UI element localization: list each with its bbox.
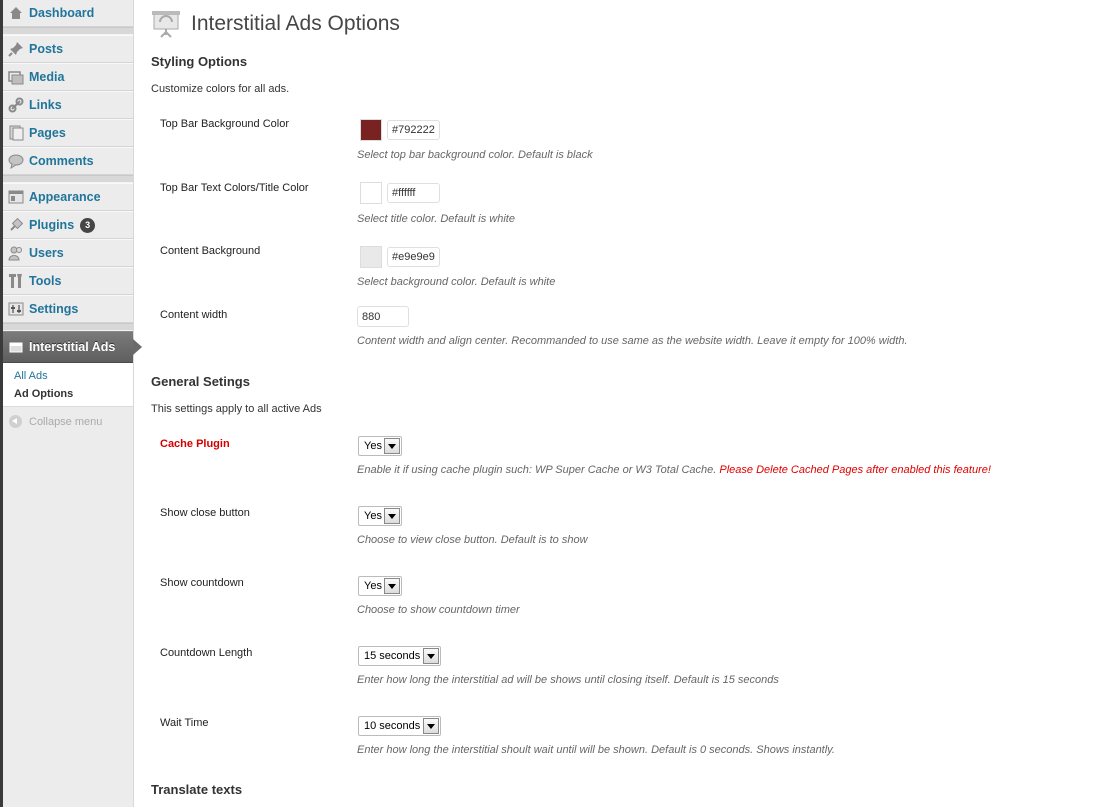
top-bar-bg-color-swatch[interactable] xyxy=(360,119,382,141)
menu-label-posts: Posts xyxy=(29,42,64,56)
dropdown-arrow-icon xyxy=(423,718,439,734)
media-icon xyxy=(8,71,24,85)
content-bg-color-swatch[interactable] xyxy=(360,246,382,268)
menu-item-interstitial-ads[interactable]: Interstitial Ads xyxy=(3,331,142,363)
translate-texts-heading: Translate texts xyxy=(151,782,243,797)
dropdown-arrow-icon xyxy=(384,438,400,454)
pages-icon xyxy=(9,125,24,141)
menu-label-pages: Pages xyxy=(29,126,66,140)
top-bar-bg-color-input[interactable] xyxy=(387,120,440,140)
interstitial-ads-icon xyxy=(9,342,23,353)
show-close-button-desc: Choose to view close button. Default is … xyxy=(357,534,588,546)
countdown-length-value: 15 seconds xyxy=(364,650,421,662)
menu-item-users[interactable]: Users xyxy=(3,239,133,267)
menu-item-settings[interactable]: Settings xyxy=(3,295,133,323)
menu-label-tools: Tools xyxy=(29,274,62,288)
wait-time-desc: Enter how long the interstitial shoult w… xyxy=(357,744,835,756)
menu-item-plugins[interactable]: Plugins 3 xyxy=(3,211,133,239)
menu-item-comments[interactable]: Comments xyxy=(3,147,133,175)
dropdown-arrow-icon xyxy=(423,648,439,664)
collapse-arrow-icon xyxy=(9,415,22,428)
appearance-icon xyxy=(8,190,24,204)
presentation-board-icon xyxy=(152,11,180,38)
main-content: Interstitial Ads Options Styling Options… xyxy=(134,0,1104,807)
show-countdown-value: Yes xyxy=(364,580,382,592)
show-close-button-value: Yes xyxy=(364,510,382,522)
styling-options-desc: Customize colors for all ads. xyxy=(151,83,290,95)
menu-label-dashboard: Dashboard xyxy=(29,6,95,20)
submenu-item-all-ads[interactable]: All Ads xyxy=(3,367,133,385)
menu-label-plugins: Plugins xyxy=(29,218,75,232)
plugins-icon xyxy=(10,217,24,231)
general-settings-desc: This settings apply to all active Ads xyxy=(151,403,322,415)
wait-time-value: 10 seconds xyxy=(364,720,421,732)
top-bar-bg-desc: Select top bar background color. Default… xyxy=(357,149,593,161)
top-bar-text-color-swatch[interactable] xyxy=(360,182,382,204)
menu-label-media: Media xyxy=(29,70,65,84)
collapse-menu-button[interactable]: Collapse menu xyxy=(3,407,133,428)
countdown-length-label: Countdown Length xyxy=(160,647,253,659)
menu-label-interstitial-ads: Interstitial Ads xyxy=(29,340,116,354)
tools-icon xyxy=(9,274,22,288)
cache-plugin-value: Yes xyxy=(364,440,382,452)
menu-item-media[interactable]: Media xyxy=(3,63,133,91)
menu-separator xyxy=(3,27,133,35)
users-icon xyxy=(8,246,22,261)
cache-plugin-warning: Please Delete Cached Pages after enabled… xyxy=(719,464,991,476)
top-bar-text-label: Top Bar Text Colors/Title Color xyxy=(160,182,309,194)
admin-sidebar: Dashboard Posts Media Links Pages Commen… xyxy=(3,0,142,807)
menu-item-appearance[interactable]: Appearance xyxy=(3,183,133,211)
page-header: Interstitial Ads Options xyxy=(151,10,400,38)
page-title: Interstitial Ads Options xyxy=(191,12,400,35)
cache-plugin-desc-text: Enable it if using cache plugin such: WP… xyxy=(357,464,720,476)
content-bg-color-input[interactable] xyxy=(387,247,440,267)
menu-item-tools[interactable]: Tools xyxy=(3,267,133,295)
wait-time-label: Wait Time xyxy=(160,717,209,729)
content-bg-desc: Select background color. Default is whit… xyxy=(357,276,556,288)
menu-label-settings: Settings xyxy=(29,302,79,316)
dropdown-arrow-icon xyxy=(384,578,400,594)
content-width-desc: Content width and align center. Recomman… xyxy=(357,335,908,347)
styling-options-heading: Styling Options xyxy=(151,54,248,69)
show-close-button-label: Show close button xyxy=(160,507,250,519)
settings-icon xyxy=(8,302,24,316)
top-bar-text-color-input[interactable] xyxy=(387,183,440,203)
wait-time-select[interactable]: 10 seconds xyxy=(358,716,441,736)
menu-item-posts[interactable]: Posts xyxy=(3,35,133,63)
menu-label-links: Links xyxy=(29,98,62,112)
menu-item-pages[interactable]: Pages xyxy=(3,119,133,147)
cache-plugin-desc: Enable it if using cache plugin such: WP… xyxy=(357,464,991,476)
plugins-update-count-badge: 3 xyxy=(80,217,96,233)
dashboard-icon xyxy=(10,7,22,19)
show-close-button-select[interactable]: Yes xyxy=(358,506,402,526)
interstitial-ads-submenu: All Ads Ad Options xyxy=(3,363,133,407)
content-width-input[interactable] xyxy=(357,306,409,327)
menu-separator xyxy=(3,323,133,331)
links-icon xyxy=(8,97,24,113)
show-countdown-desc: Choose to show countdown timer xyxy=(357,604,520,616)
posts-pin-icon xyxy=(8,42,23,57)
cache-plugin-label: Cache Plugin xyxy=(160,438,230,450)
top-bar-text-desc: Select title color. Default is white xyxy=(357,213,515,225)
dropdown-arrow-icon xyxy=(384,508,400,524)
content-width-label: Content width xyxy=(160,309,228,321)
countdown-length-select[interactable]: 15 seconds xyxy=(358,646,441,666)
menu-item-dashboard[interactable]: Dashboard xyxy=(3,0,133,27)
cache-plugin-select[interactable]: Yes xyxy=(358,436,402,456)
content-bg-label: Content Background xyxy=(160,245,261,257)
comments-icon xyxy=(8,154,24,169)
menu-label-appearance: Appearance xyxy=(29,190,101,204)
submenu-item-ad-options[interactable]: Ad Options xyxy=(3,385,133,403)
menu-separator xyxy=(3,175,133,183)
menu-label-comments: Comments xyxy=(29,154,94,168)
menu-label-users: Users xyxy=(29,246,64,260)
show-countdown-label: Show countdown xyxy=(160,577,244,589)
show-countdown-select[interactable]: Yes xyxy=(358,576,402,596)
general-settings-heading: General Setings xyxy=(151,374,250,389)
countdown-length-desc: Enter how long the interstitial ad will … xyxy=(357,674,779,686)
top-bar-bg-label: Top Bar Background Color xyxy=(160,118,290,130)
collapse-menu-label: Collapse menu xyxy=(29,415,103,428)
menu-item-links[interactable]: Links xyxy=(3,91,133,119)
